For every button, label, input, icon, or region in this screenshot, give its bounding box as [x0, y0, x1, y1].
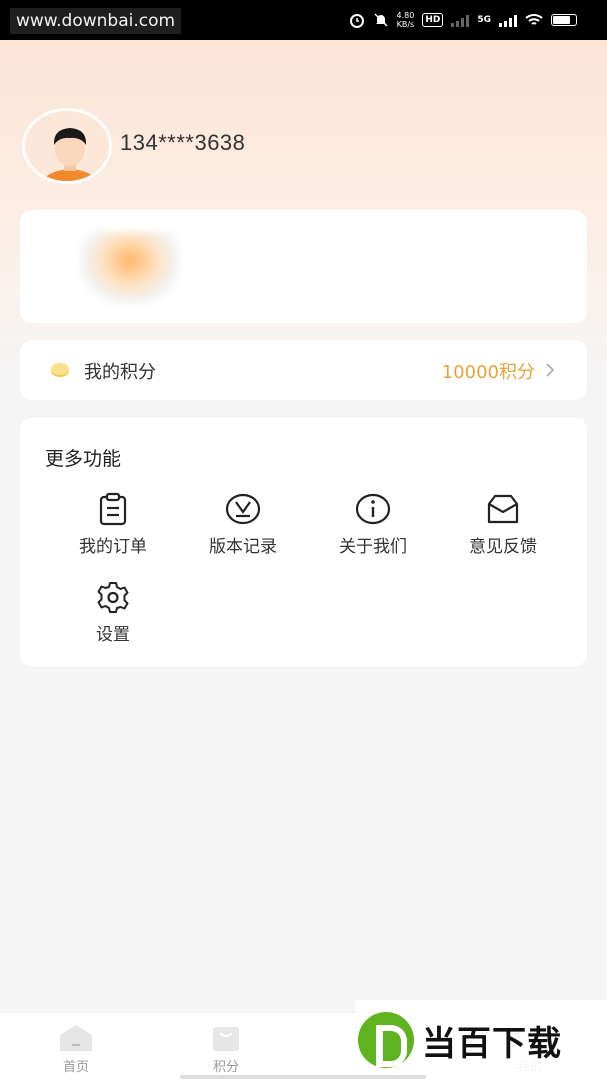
more-functions-card: 更多功能 我的订单 版本记录 关于我们 意见反馈 设置: [20, 418, 587, 666]
alarm-icon: [349, 14, 364, 28]
site-logo-watermark: 当百下载: [355, 1000, 607, 1080]
net-speed-unit: KB/s: [396, 20, 415, 29]
blurred-image: [80, 232, 180, 304]
logo-d-icon: [358, 1012, 414, 1068]
logo-text: 当百下载: [422, 1023, 562, 1064]
net-speed-value: 4.80: [396, 11, 415, 20]
bag-icon: [213, 1027, 239, 1051]
func-my-orders[interactable]: 我的订单: [48, 492, 178, 557]
net-speed: 4.80 KB/s: [397, 11, 415, 29]
chevron-right-icon: [546, 363, 555, 377]
signal-sim2-icon: [499, 13, 517, 27]
points-value: 10000积分: [441, 362, 535, 383]
func-label: 我的订单: [79, 537, 147, 557]
signal-sim1-icon: [451, 13, 470, 27]
blurred-banner-card[interactable]: [20, 210, 587, 323]
feedback-icon: [487, 494, 519, 524]
gear-icon: [97, 582, 129, 613]
func-feedback[interactable]: 意见反馈: [438, 492, 568, 557]
func-label: 关于我们: [339, 537, 407, 557]
order-clipboard-icon: [99, 492, 127, 526]
func-label: 设置: [96, 625, 130, 645]
version-icon: [225, 493, 261, 525]
tab-home[interactable]: 首页: [46, 1023, 106, 1075]
coin-icon: [51, 363, 69, 377]
status-icons: 4.80 KB/s HD 5G: [349, 10, 577, 30]
wifi-icon: [525, 14, 543, 25]
func-version-history[interactable]: 版本记录: [178, 492, 308, 557]
my-points-row[interactable]: 我的积分 10000积分: [20, 340, 587, 400]
tab-label: 首页: [62, 1060, 89, 1075]
func-about-us[interactable]: 关于我们: [308, 492, 438, 557]
network-type: 5G: [477, 15, 491, 25]
info-icon: [355, 493, 391, 525]
func-label: 版本记录: [209, 537, 277, 557]
battery-icon: [551, 14, 577, 26]
home-icon: [60, 1025, 92, 1051]
status-bar: www.downbai.com 4.80 KB/s HD 5G: [0, 0, 607, 40]
avatar[interactable]: [22, 108, 112, 184]
user-phone: 134****3638: [120, 130, 246, 155]
tab-points[interactable]: 积分: [196, 1023, 256, 1075]
points-label: 我的积分: [84, 362, 156, 383]
site-watermark: www.downbai.com: [10, 8, 182, 34]
mute-bell-icon: [373, 13, 388, 27]
hd-tag: HD: [422, 13, 444, 27]
tab-label: 积分: [212, 1060, 239, 1075]
home-indicator[interactable]: [180, 1075, 426, 1079]
more-functions-title: 更多功能: [45, 448, 122, 470]
func-settings[interactable]: 设置: [48, 580, 178, 645]
func-label: 意见反馈: [469, 537, 537, 557]
